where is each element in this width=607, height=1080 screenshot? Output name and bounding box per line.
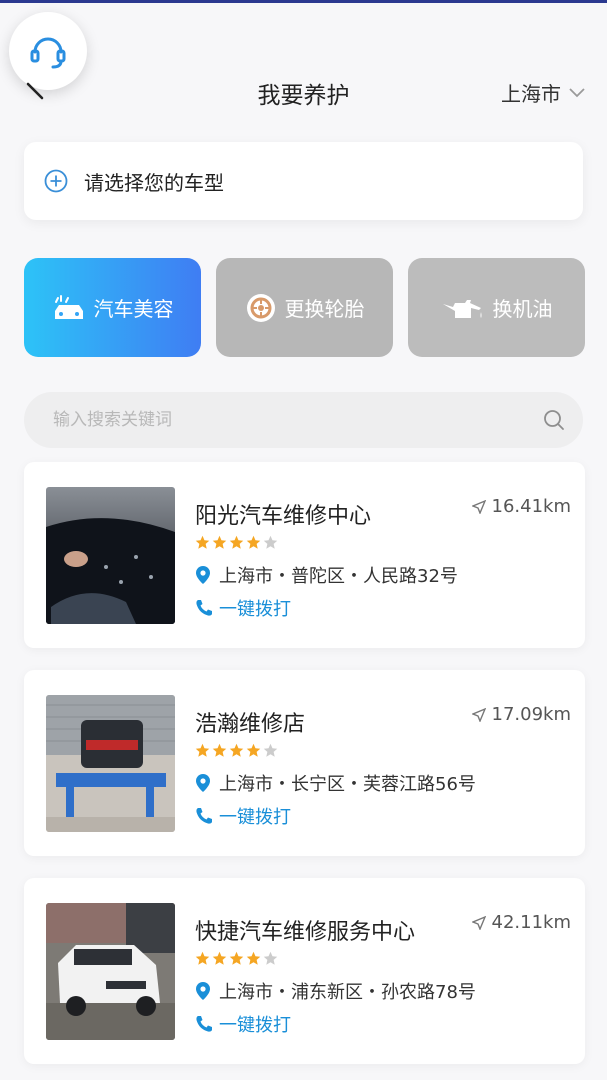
shop-distance: 16.41km (471, 496, 572, 517)
shop-photo (46, 695, 175, 832)
tire-icon (246, 293, 275, 322)
star-filled-icon (229, 951, 244, 965)
location-pin-icon (196, 982, 210, 1000)
category-label: 换机油 (492, 297, 553, 321)
headset-icon (30, 37, 66, 69)
call-label: 一键拨打 (219, 599, 291, 620)
star-empty-icon (263, 743, 278, 757)
shop-distance: 17.09km (471, 704, 572, 725)
shop-distance: 42.11km (471, 912, 572, 933)
search-icon[interactable] (543, 409, 565, 431)
shop-address: 上海市・长宁区・芙蓉江路56号 (195, 770, 476, 796)
rating-stars (195, 535, 278, 550)
location-pin-icon (196, 774, 210, 792)
category-oil-change[interactable]: 换机油 (408, 258, 585, 357)
distance-value: 16.41km (491, 496, 572, 517)
star-filled-icon (246, 951, 261, 965)
distance-value: 17.09km (491, 704, 572, 725)
chevron-down-icon (569, 87, 585, 97)
car-model-selector[interactable]: 请选择您的车型 (24, 142, 583, 220)
shop-photo (46, 903, 175, 1040)
star-empty-icon (263, 951, 278, 965)
oil-can-icon (442, 299, 481, 318)
category-label: 汽车美容 (93, 297, 174, 321)
shop-photo (46, 487, 175, 624)
distance-value: 42.11km (491, 912, 572, 933)
star-filled-icon (195, 743, 210, 757)
star-filled-icon (246, 743, 261, 757)
star-filled-icon (229, 743, 244, 757)
phone-icon (196, 600, 212, 616)
plus-circle-icon (44, 169, 68, 193)
shop-name: 浩瀚维修店 (195, 712, 306, 737)
call-button[interactable]: 一键拨打 (195, 1011, 291, 1037)
call-button[interactable]: 一键拨打 (195, 595, 291, 621)
address-text: 上海市・长宁区・芙蓉江路56号 (219, 774, 476, 795)
category-car-beauty[interactable]: 汽车美容 (24, 258, 201, 357)
shop-address: 上海市・浦东新区・孙农路78号 (195, 978, 476, 1004)
shop-name: 快捷汽车维修服务中心 (195, 920, 416, 945)
star-filled-icon (229, 535, 244, 549)
city-selector[interactable]: 上海市 (501, 78, 585, 107)
star-filled-icon (212, 951, 227, 965)
rating-stars (195, 951, 278, 966)
navigation-icon (471, 499, 486, 514)
navigation-icon (471, 915, 486, 930)
shop-card[interactable]: 快捷汽车维修服务中心 42.11km 上海市・浦东新区・孙农路78号 一键拨打 (24, 878, 585, 1064)
star-filled-icon (195, 535, 210, 549)
car-model-label: 请选择您的车型 (84, 170, 224, 195)
search-input[interactable] (53, 410, 543, 430)
shop-card[interactable]: 浩瀚维修店 17.09km 上海市・长宁区・芙蓉江路56号 一键拨打 (24, 670, 585, 856)
phone-icon (196, 1016, 212, 1032)
address-text: 上海市・普陀区・人民路32号 (219, 566, 458, 587)
shop-address: 上海市・普陀区・人民路32号 (195, 562, 458, 588)
category-change-tire[interactable]: 更换轮胎 (216, 258, 393, 357)
shop-name: 阳光汽车维修中心 (195, 504, 372, 529)
location-pin-icon (196, 566, 210, 584)
star-filled-icon (195, 951, 210, 965)
category-label: 更换轮胎 (284, 297, 365, 321)
star-empty-icon (263, 535, 278, 549)
star-filled-icon (246, 535, 261, 549)
phone-icon (196, 808, 212, 824)
city-label: 上海市 (501, 82, 561, 106)
star-filled-icon (212, 743, 227, 757)
shop-card[interactable]: 阳光汽车维修中心 16.41km 上海市・普陀区・人民路32号 一键拨打 (24, 462, 585, 648)
address-text: 上海市・浦东新区・孙农路78号 (219, 982, 476, 1003)
navigation-icon (471, 707, 486, 722)
call-label: 一键拨打 (219, 807, 291, 828)
call-button[interactable]: 一键拨打 (195, 803, 291, 829)
car-wash-icon (54, 294, 83, 319)
call-label: 一键拨打 (219, 1015, 291, 1036)
top-accent-line (0, 0, 607, 3)
search-bar (24, 392, 583, 448)
rating-stars (195, 743, 278, 758)
star-filled-icon (212, 535, 227, 549)
